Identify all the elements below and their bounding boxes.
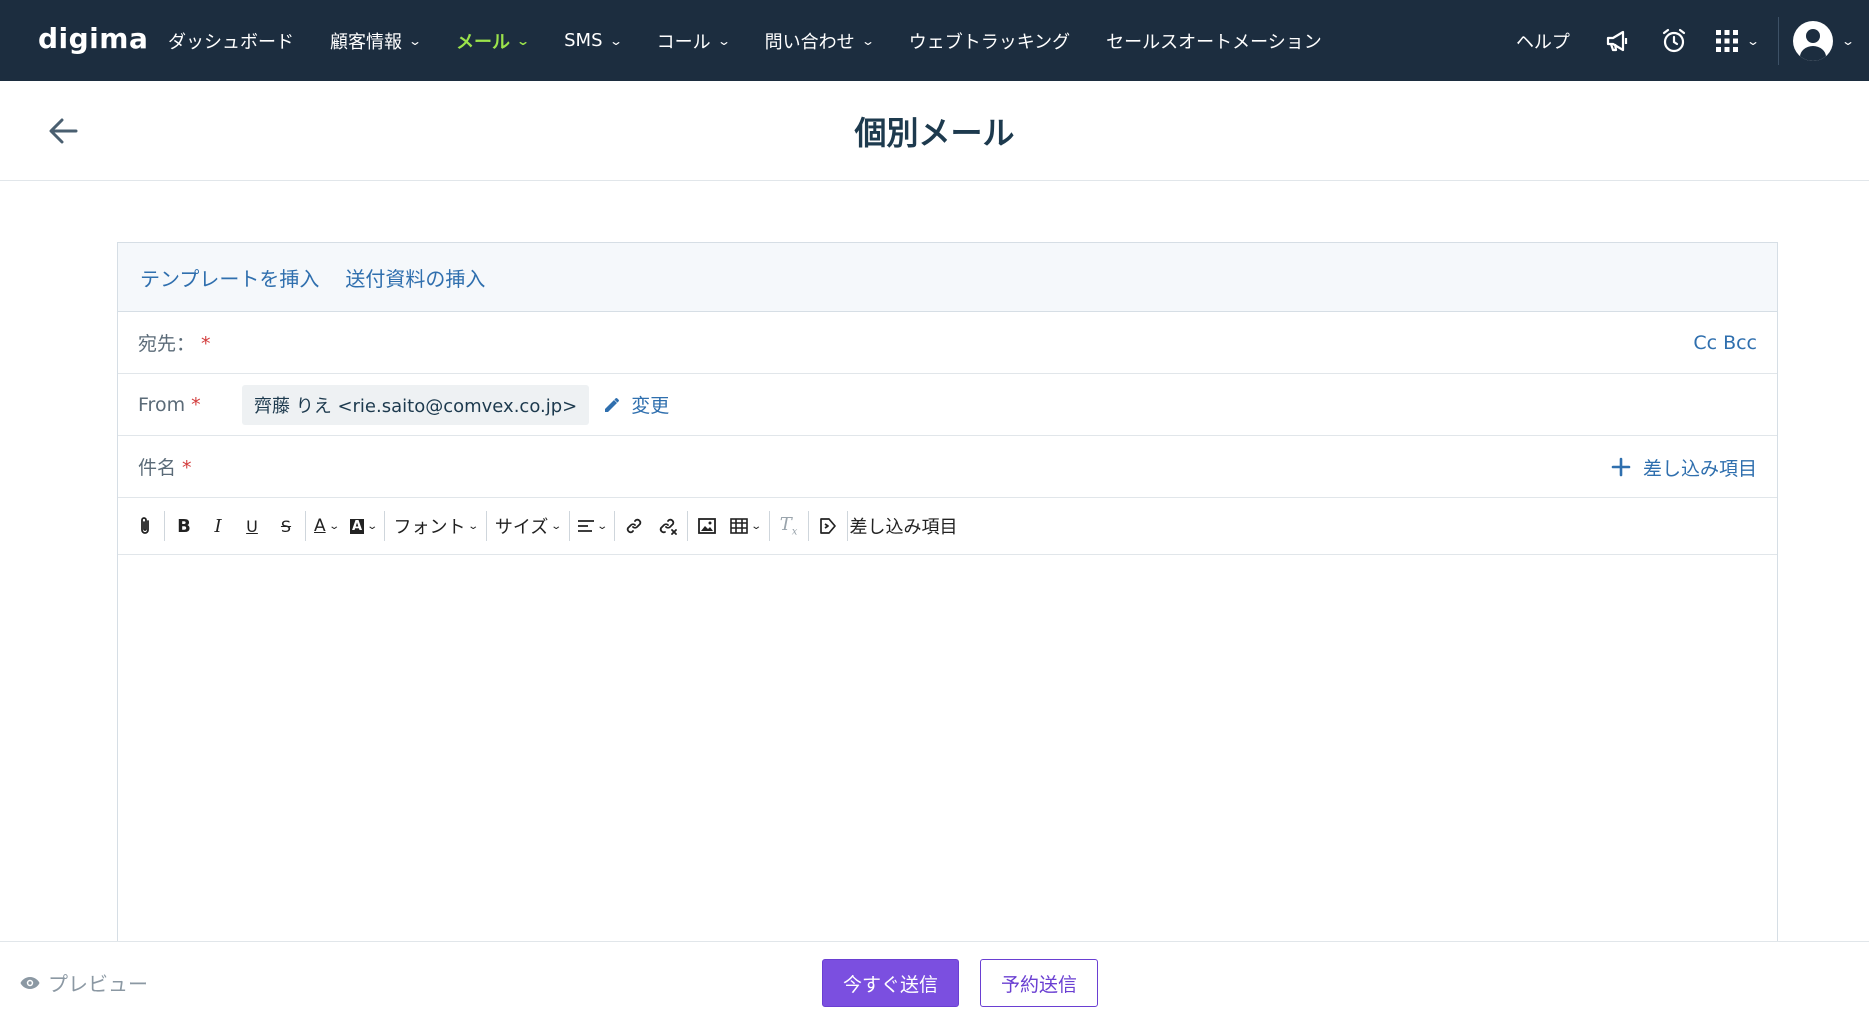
nav-customers-label: 顧客情報 xyxy=(330,31,402,53)
attachment-icon[interactable] xyxy=(128,508,162,544)
cc-bcc-link[interactable]: Cc Bcc xyxy=(1693,312,1757,374)
font-family-label: フォント xyxy=(393,517,466,538)
toolbar-separator xyxy=(568,511,570,541)
toolbar-separator xyxy=(807,511,809,541)
nav-mail[interactable]: メール ⌄ xyxy=(438,0,546,81)
from-label-text: From xyxy=(138,393,186,416)
insert-template-link[interactable]: テンプレートを挿入 xyxy=(140,263,319,292)
user-menu[interactable]: ⌄ xyxy=(1792,20,1869,61)
nav-right: ヘルプ ⌄ ⌄ xyxy=(1496,0,1869,81)
nav-sms-label: SMS xyxy=(564,30,603,51)
megaphone-icon[interactable] xyxy=(1590,0,1646,81)
chevron-down-icon: ⌄ xyxy=(860,33,875,48)
nav-web-tracking[interactable]: ウェブトラッキング xyxy=(891,0,1088,81)
toolbar-separator xyxy=(305,511,306,541)
nav-dashboard[interactable]: ダッシュボード xyxy=(150,0,312,81)
font-size-select[interactable]: サイズ ⌄ xyxy=(489,508,567,544)
merge-fields-label: 差し込み項目 xyxy=(1642,457,1757,480)
to-row[interactable]: 宛先： * Cc Bcc xyxy=(118,312,1777,374)
italic-icon[interactable]: I xyxy=(201,508,235,544)
change-sender-link[interactable]: 変更 xyxy=(603,391,669,418)
subject-label-text: 件名 xyxy=(138,457,177,479)
preview-button[interactable]: プレビュー xyxy=(20,968,148,997)
required-mark: * xyxy=(191,393,201,416)
change-label: 変更 xyxy=(631,395,670,417)
subject-row[interactable]: 件名 * 差し込み項目 xyxy=(118,436,1777,498)
align-icon[interactable]: ⌄ xyxy=(572,508,612,544)
email-compose-form: テンプレートを挿入 送付資料の挿入 宛先： * Cc Bcc From * 齊藤 り… xyxy=(117,242,1778,1022)
chevron-down-icon: ⌄ xyxy=(407,33,423,48)
email-body-editor[interactable] xyxy=(118,555,1777,945)
merge-tag-icon[interactable] xyxy=(811,508,845,544)
chevron-down-icon: ⌄ xyxy=(1840,33,1856,48)
image-icon[interactable] xyxy=(690,508,724,544)
from-row: From * 齊藤 りえ <rie.saito@comvex.co.jp> 変更 xyxy=(118,374,1777,436)
table-icon[interactable]: ⌄ xyxy=(724,508,766,544)
nav-divider xyxy=(1777,16,1779,65)
nav-sales-automation[interactable]: セールスオートメーション xyxy=(1088,0,1340,81)
chevron-down-icon: ⌄ xyxy=(1745,33,1760,48)
insert-bar: テンプレートを挿入 送付資料の挿入 xyxy=(118,243,1777,312)
page-header: 個別メール xyxy=(0,81,1869,181)
digima-logo[interactable]: digima xyxy=(38,22,148,55)
eye-icon xyxy=(20,976,40,989)
underline-icon[interactable]: U xyxy=(235,508,269,544)
plus-icon xyxy=(1611,457,1631,477)
chevron-down-icon: ⌄ xyxy=(716,33,731,48)
background-color-icon[interactable]: A ⌄ xyxy=(344,508,382,544)
nav-dashboard-label: ダッシュボード xyxy=(168,31,294,53)
toolbar-separator xyxy=(846,511,848,541)
toolbar-separator xyxy=(768,511,770,541)
nav-inquiries[interactable]: 問い合わせ ⌄ xyxy=(747,0,891,81)
page-title: 個別メール xyxy=(854,114,1015,152)
link-icon[interactable] xyxy=(617,508,651,544)
pencil-icon xyxy=(605,397,620,412)
top-navigation: digima ダッシュボード 顧客情報 ⌄ メール ⌄ SMS ⌄ コール ⌄ … xyxy=(0,0,1869,81)
nav-web-tracking-label: ウェブトラッキング xyxy=(908,31,1071,53)
chevron-down-icon: ⌄ xyxy=(608,33,623,48)
user-avatar-icon xyxy=(1792,20,1833,61)
bottom-action-bar: プレビュー 今すぐ送信 予約送信 xyxy=(0,941,1869,1022)
merge-fields-toolbar-label: 差し込み項目 xyxy=(849,517,958,538)
chevron-down-icon: ⌄ xyxy=(516,33,531,48)
logo-text: digima xyxy=(38,22,149,55)
from-label: From * xyxy=(138,394,242,416)
unlink-icon[interactable] xyxy=(651,508,685,544)
text-color-icon[interactable]: A ⌄ xyxy=(308,508,344,544)
required-mark: * xyxy=(182,457,192,479)
nav-call-label: コール xyxy=(656,31,711,53)
toolbar-separator xyxy=(687,511,689,541)
preview-label: プレビュー xyxy=(48,972,148,996)
from-address-chip: 齊藤 りえ <rie.saito@comvex.co.jp> xyxy=(242,384,590,425)
to-label: 宛先： * xyxy=(138,329,242,356)
nav-inquiries-label: 問い合わせ xyxy=(764,31,855,53)
insert-merge-field-button[interactable]: 差し込み項目 xyxy=(1611,436,1757,498)
nav-sms[interactable]: SMS ⌄ xyxy=(546,0,638,81)
insert-material-link[interactable]: 送付資料の挿入 xyxy=(345,263,485,292)
alarm-clock-icon[interactable] xyxy=(1646,0,1702,81)
strikethrough-icon[interactable]: S xyxy=(269,508,303,544)
nav-customers[interactable]: 顧客情報 ⌄ xyxy=(312,0,438,81)
nav-call[interactable]: コール ⌄ xyxy=(639,0,747,81)
main-nav: ダッシュボード 顧客情報 ⌄ メール ⌄ SMS ⌄ コール ⌄ 問い合わせ ⌄… xyxy=(150,0,1340,81)
toolbar-separator xyxy=(164,511,165,541)
bold-icon[interactable]: B xyxy=(167,508,201,544)
subject-label: 件名 * xyxy=(138,453,242,480)
app-grid-icon[interactable]: ⌄ xyxy=(1702,0,1772,81)
nav-mail-label: メール xyxy=(456,31,511,53)
nav-help[interactable]: ヘルプ xyxy=(1496,28,1590,54)
schedule-send-button[interactable]: 予約送信 xyxy=(980,959,1098,1007)
nav-sales-automation-label: セールスオートメーション xyxy=(1106,31,1322,53)
font-family-select[interactable]: フォント ⌄ xyxy=(387,508,483,544)
to-label-text: 宛先： xyxy=(138,333,196,355)
send-now-button[interactable]: 今すぐ送信 xyxy=(822,959,959,1007)
toolbar-separator xyxy=(614,511,616,541)
merge-fields-toolbar-button[interactable]: 差し込み項目 xyxy=(850,508,964,544)
required-mark: * xyxy=(201,333,211,355)
editor-toolbar: B I U S A ⌄ A ⌄ フォント ⌄ サイズ ⌄ ⌄ ⌄ Tx 差し込み… xyxy=(118,498,1777,555)
clear-format-icon[interactable]: Tx xyxy=(772,508,806,544)
toolbar-separator xyxy=(384,511,386,541)
toolbar-separator xyxy=(485,511,487,541)
font-size-label: サイズ xyxy=(494,517,549,538)
